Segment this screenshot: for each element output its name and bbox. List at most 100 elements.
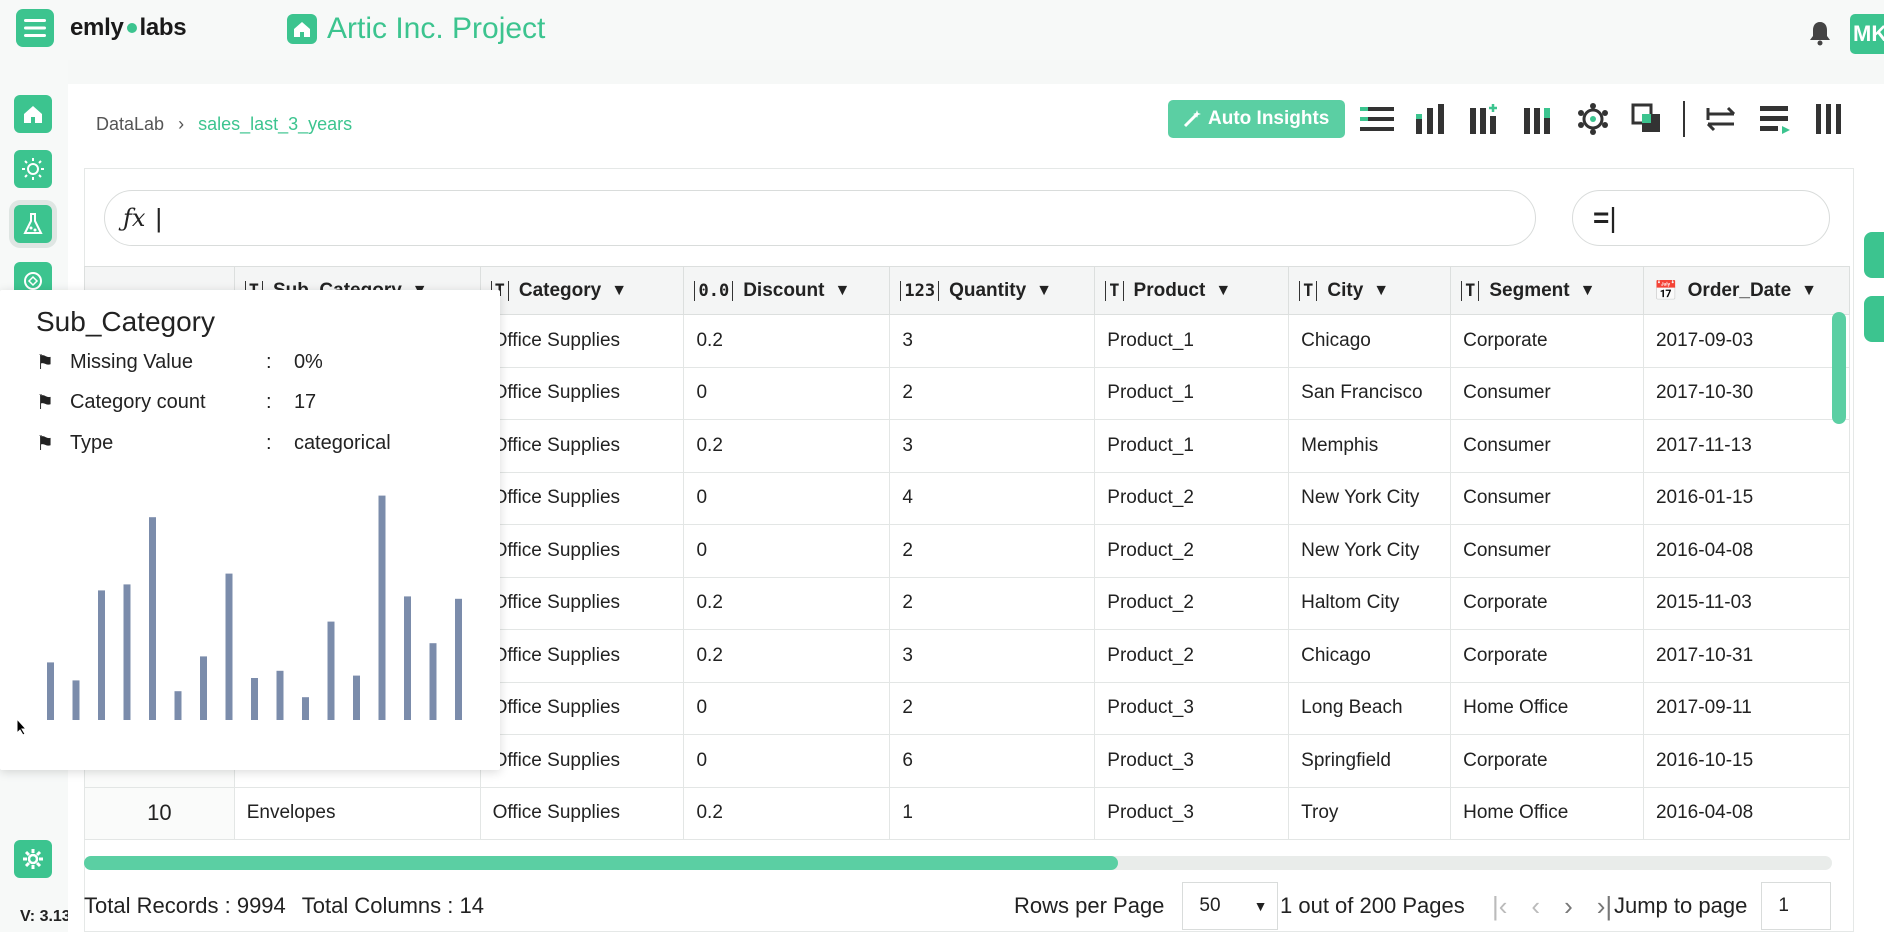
table-cell[interactable]: 0.2 (683, 576, 891, 630)
chart-bar[interactable] (251, 678, 258, 720)
table-cell[interactable]: Consumer (1450, 471, 1644, 525)
chart-bar[interactable] (72, 680, 80, 720)
chart-bar[interactable] (302, 697, 309, 720)
columns-chart-icon[interactable] (1409, 98, 1453, 140)
table-cell[interactable]: 2017-09-11 (1642, 681, 1850, 735)
filter-icon[interactable]: ▼ (1580, 282, 1596, 300)
table-cell[interactable]: Office Supplies (479, 734, 685, 788)
rows-per-page-select[interactable]: 50 ▼ (1182, 882, 1279, 930)
table-cell[interactable]: 0 (683, 366, 891, 420)
prev-page-icon[interactable]: ‹ (1531, 891, 1540, 922)
table-cell[interactable]: Springfield (1288, 734, 1452, 788)
app-logo[interactable]: emly labs (70, 14, 187, 42)
table-cell[interactable]: Home Office (1450, 786, 1644, 840)
table-cell[interactable]: Consumer (1450, 366, 1644, 420)
filter-icon[interactable]: ▼ (834, 282, 850, 300)
table-cell[interactable]: 2017-11-13 (1642, 419, 1850, 473)
column-header[interactable]: TCategory▼ (479, 266, 685, 315)
table-cell[interactable]: 3 (889, 629, 1096, 683)
chart-bar[interactable] (225, 573, 233, 720)
table-cell[interactable]: 2016-01-15 (1642, 471, 1850, 525)
chart-bar[interactable] (174, 691, 182, 720)
auto-insights-button[interactable]: Auto Insights (1168, 100, 1346, 138)
formula-name-input[interactable]: = | (1572, 190, 1830, 246)
jump-input[interactable]: 1 (1761, 882, 1832, 930)
table-cell[interactable]: 0.2 (683, 314, 891, 368)
table-cell[interactable]: Office Supplies (479, 314, 685, 368)
table-cell[interactable]: Home Office (1450, 681, 1644, 735)
table-cell[interactable]: Troy (1288, 786, 1452, 840)
table-cell[interactable]: Haltom City (1288, 576, 1452, 630)
table-cell[interactable]: Corporate (1450, 576, 1644, 630)
last-page-icon[interactable]: ›| (1597, 891, 1612, 922)
table-cell[interactable]: Office Supplies (479, 681, 685, 735)
table-cell[interactable]: 2 (889, 576, 1096, 630)
filter-icon[interactable]: ▼ (1373, 282, 1389, 300)
network-icon[interactable] (1571, 98, 1615, 140)
chart-bar[interactable] (404, 596, 411, 720)
table-cell[interactable]: 2017-09-03 (1642, 314, 1850, 368)
add-column-icon[interactable] (1463, 98, 1507, 140)
column-header[interactable]: 📅 Order_Date ▼ (1642, 266, 1850, 315)
table-cell[interactable]: Office Supplies (479, 366, 685, 420)
table-cell[interactable]: Envelopes (233, 786, 481, 840)
chart-bar[interactable] (200, 656, 207, 720)
table-cell[interactable]: 0.2 (683, 419, 891, 473)
chart-bar[interactable] (149, 517, 156, 720)
table-cell[interactable]: Office Supplies (479, 419, 685, 473)
sidebar-settings[interactable] (14, 840, 52, 878)
table-cell[interactable]: Corporate (1450, 314, 1644, 368)
rows-icon[interactable] (1355, 98, 1399, 140)
table-cell[interactable]: 2 (889, 366, 1096, 420)
table-cell[interactable]: Product_2 (1094, 524, 1290, 578)
breadcrumb-current[interactable]: sales_last_3_years (198, 114, 352, 135)
table-cell[interactable]: Product_3 (1094, 734, 1290, 788)
chart-bar[interactable] (98, 590, 105, 720)
sidebar-datalab[interactable] (14, 205, 52, 243)
table-cell[interactable]: Product_1 (1094, 314, 1290, 368)
filter-icon[interactable]: ▼ (1036, 282, 1052, 300)
table-cell[interactable]: Product_1 (1094, 366, 1290, 420)
table-cell[interactable]: 1 (889, 786, 1096, 840)
table-cell[interactable]: 2016-04-08 (1642, 524, 1850, 578)
table-cell[interactable]: 3 (889, 419, 1096, 473)
horizontal-scrollbar[interactable] (84, 856, 1118, 870)
breadcrumb-root[interactable]: DataLab (96, 114, 164, 135)
filter-icon[interactable]: ▼ (1215, 282, 1231, 300)
table-cell[interactable]: 0.2 (683, 786, 891, 840)
first-page-icon[interactable]: |‹ (1492, 891, 1507, 922)
table-cell[interactable]: 2015-11-03 (1642, 576, 1850, 630)
chart-bar[interactable] (455, 598, 462, 720)
column-header[interactable]: 0.0 Discount ▼ (683, 266, 891, 315)
bell-icon[interactable] (1808, 20, 1832, 51)
column-view-icon[interactable] (1807, 98, 1851, 140)
side-tab-top[interactable] (1864, 232, 1884, 278)
filter-icon[interactable]: ▼ (1801, 282, 1817, 300)
table-cell[interactable]: Consumer (1450, 419, 1644, 473)
chart-bar[interactable] (47, 662, 54, 720)
table-cell[interactable]: New York City (1288, 471, 1452, 525)
column-header[interactable]: T Segment ▼ (1450, 266, 1644, 315)
table-cell[interactable]: 4 (889, 471, 1096, 525)
swap-icon[interactable] (1699, 98, 1743, 140)
table-cell[interactable]: 0 (683, 471, 891, 525)
filter-rows-icon[interactable] (1753, 98, 1797, 140)
table-cell[interactable]: Office Supplies (479, 576, 685, 630)
table-cell[interactable]: 2 (889, 681, 1096, 735)
table-row[interactable]: 10 Envelopes Office Supplies 0.2 1 Product_3 T… (84, 786, 1850, 840)
table-cell[interactable]: 0 (683, 734, 891, 788)
table-cell[interactable]: Corporate (1450, 734, 1644, 788)
chart-bar[interactable] (276, 670, 284, 720)
table-cell[interactable]: Consumer (1450, 524, 1644, 578)
table-cell[interactable]: New York City (1288, 524, 1452, 578)
sidebar-home[interactable] (14, 95, 52, 133)
table-cell[interactable]: 0.2 (683, 629, 891, 683)
table-cell[interactable]: 2016-10-15 (1642, 734, 1850, 788)
table-cell[interactable]: Product_3 (1094, 786, 1290, 840)
chart-bar[interactable] (378, 495, 386, 720)
table-cell[interactable]: 6 (889, 734, 1096, 788)
table-cell[interactable]: Long Beach (1288, 681, 1452, 735)
filter-icon[interactable]: ▼ (611, 282, 627, 300)
chart-bar[interactable] (123, 584, 131, 720)
table-cell[interactable]: Corporate (1450, 629, 1644, 683)
